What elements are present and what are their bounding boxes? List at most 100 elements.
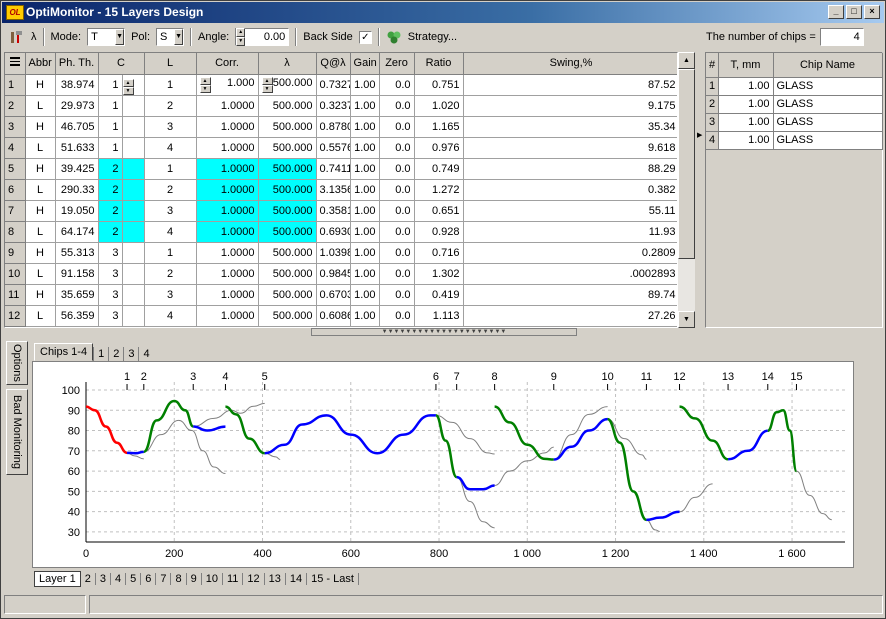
cell-ratio[interactable]: 0.651 [414, 200, 464, 222]
cell-l[interactable]: 1 [144, 74, 197, 96]
cell-l[interactable]: 1 [144, 242, 197, 264]
cell-q[interactable]: 0.87805 [316, 116, 351, 138]
cell-abbr[interactable]: L [25, 179, 56, 201]
cell-n[interactable]: 6 [5, 179, 26, 201]
c-stepper[interactable] [122, 179, 145, 201]
column-header[interactable]: Ratio [414, 53, 464, 75]
cell-th[interactable]: 56.359 [55, 305, 99, 327]
cell-abbr[interactable]: L [25, 137, 56, 159]
table-row[interactable]: 5H39.425211.0000500.0000.741181.000.00.7… [5, 158, 677, 180]
table-row[interactable]: 6L290.33221.0000500.0003.135631.000.01.2… [5, 179, 677, 201]
cell-q[interactable]: 0.67038 [316, 284, 351, 306]
scroll-up-icon[interactable]: ▲ [678, 52, 695, 69]
cell-lam[interactable]: 500.000 [258, 137, 317, 159]
cell-l[interactable]: 2 [144, 263, 197, 285]
column-header[interactable]: Ph. Th. [55, 53, 99, 75]
cell-lam[interactable]: 500.000 [258, 284, 317, 306]
column-header[interactable]: Corr. [196, 53, 259, 75]
column-header[interactable]: Gain [350, 53, 380, 75]
c-stepper[interactable] [122, 284, 145, 306]
cell-q[interactable]: 0.35815 [316, 200, 351, 222]
cell-lam[interactable]: 500.000 [258, 200, 317, 222]
cell-zero[interactable]: 0.0 [379, 74, 415, 96]
layer-tab[interactable]: 5 [126, 573, 142, 585]
corr-value[interactable]: 1.000 [227, 77, 255, 89]
cell-abbr[interactable]: H [25, 242, 56, 264]
cell-lam[interactable]: 500.000 [258, 158, 317, 180]
cell-c[interactable]: 1 [98, 74, 123, 96]
chip-cell[interactable]: GLASS [773, 95, 883, 114]
c-stepper[interactable]: ▲ ▼ [122, 74, 145, 96]
cell-c[interactable]: 1 [98, 95, 123, 117]
column-header[interactable]: Zero [379, 53, 415, 75]
cell-n[interactable]: 7 [5, 200, 26, 222]
cell-gain[interactable]: 1.00 [350, 74, 380, 96]
cell-c[interactable]: 2 [98, 200, 123, 222]
table-row[interactable]: 12L56.359341.0000500.0000.608681.000.01.… [5, 305, 677, 327]
cell-swing[interactable]: 9.618 [463, 137, 677, 159]
cell-lam[interactable]: ▲ ▼ 500.000 [258, 74, 317, 96]
cell-n[interactable]: 10 [5, 263, 26, 285]
layer-tab[interactable]: 15 - Last [307, 573, 359, 585]
tab-options[interactable]: Options [6, 341, 28, 385]
cell-lam[interactable]: 500.000 [258, 95, 317, 117]
cell-ratio[interactable]: 1.113 [414, 305, 464, 327]
cell-lam[interactable]: 500.000 [258, 221, 317, 243]
cell-swing[interactable]: .0002893 [463, 263, 677, 285]
cell-ratio[interactable]: 1.272 [414, 179, 464, 201]
cell-abbr[interactable]: H [25, 158, 56, 180]
cell-gain[interactable]: 1.00 [350, 242, 380, 264]
cell-q[interactable]: 0.69308 [316, 221, 351, 243]
cell-c[interactable]: 3 [98, 263, 123, 285]
splitter-arrow-icon[interactable]: ▶ [697, 131, 703, 151]
c-stepper[interactable] [122, 95, 145, 117]
cell-n[interactable]: 8 [5, 221, 26, 243]
cell-q[interactable]: 0.74118 [316, 158, 351, 180]
cell-c[interactable]: 1 [98, 137, 123, 159]
chip-cell[interactable]: 1.00 [718, 95, 774, 114]
cell-n[interactable]: 5 [5, 158, 26, 180]
cell-abbr[interactable]: H [25, 284, 56, 306]
chip-cell[interactable]: GLASS [773, 113, 883, 132]
table-scrollbar[interactable]: ▲ ▼ [678, 52, 695, 328]
chip-tab[interactable]: 1 [93, 347, 108, 361]
cell-abbr[interactable]: H [25, 74, 56, 96]
cell-lam[interactable]: 500.000 [258, 305, 317, 327]
cell-ratio[interactable]: 0.419 [414, 284, 464, 306]
chevron-down-icon[interactable]: ▼ [115, 29, 125, 45]
cell-zero[interactable]: 0.0 [379, 263, 415, 285]
cell-c[interactable]: 1 [98, 116, 123, 138]
chip-tab[interactable]: Chips 1-4 [34, 343, 94, 361]
horizontal-splitter[interactable]: ▼▼▼▼▼▼▼▼▼▼▼▼▼▼▼▼▼▼▼▼▼ [311, 328, 577, 336]
chip-count-input[interactable] [819, 28, 864, 46]
table-row[interactable]: 3H46.705131.0000500.0000.878051.000.01.1… [5, 116, 677, 138]
column-header[interactable]: Swing,% [463, 53, 677, 75]
row-menu-icon[interactable] [5, 53, 26, 75]
cell-swing[interactable]: 0.2809 [463, 242, 677, 264]
layer-tab[interactable]: Layer 1 [34, 571, 81, 587]
cell-l[interactable]: 3 [144, 284, 197, 306]
chevron-down-icon[interactable]: ▼ [174, 29, 184, 45]
cell-th[interactable]: 55.313 [55, 242, 99, 264]
angle-stepper[interactable]: ▲ ▼ [236, 28, 246, 46]
cell-corr[interactable]: 1.0000 [196, 263, 259, 285]
layer-tab[interactable]: 8 [171, 573, 187, 585]
cell-zero[interactable]: 0.0 [379, 158, 415, 180]
cell-corr[interactable]: 1.0000 [196, 305, 259, 327]
chip-tab[interactable]: 2 [108, 347, 123, 361]
cell-c[interactable]: 2 [98, 221, 123, 243]
cell-gain[interactable]: 1.00 [350, 116, 380, 138]
cell-q[interactable]: 0.98450 [316, 263, 351, 285]
chips-column-header[interactable]: # [706, 53, 719, 78]
chip-cell[interactable]: 4 [706, 131, 719, 150]
layer-tab[interactable]: 9 [187, 573, 202, 585]
cell-n[interactable]: 11 [5, 284, 26, 306]
chip-row[interactable]: 2 1.00 GLASS [706, 95, 883, 114]
cell-swing[interactable]: 55.11 [463, 200, 677, 222]
cell-swing[interactable]: 27.26 [463, 305, 677, 327]
cell-n[interactable]: 3 [5, 116, 26, 138]
cell-abbr[interactable]: L [25, 305, 56, 327]
layer-tab[interactable]: 14 [286, 573, 308, 585]
cell-swing[interactable]: 9.175 [463, 95, 677, 117]
cell-gain[interactable]: 1.00 [350, 158, 380, 180]
